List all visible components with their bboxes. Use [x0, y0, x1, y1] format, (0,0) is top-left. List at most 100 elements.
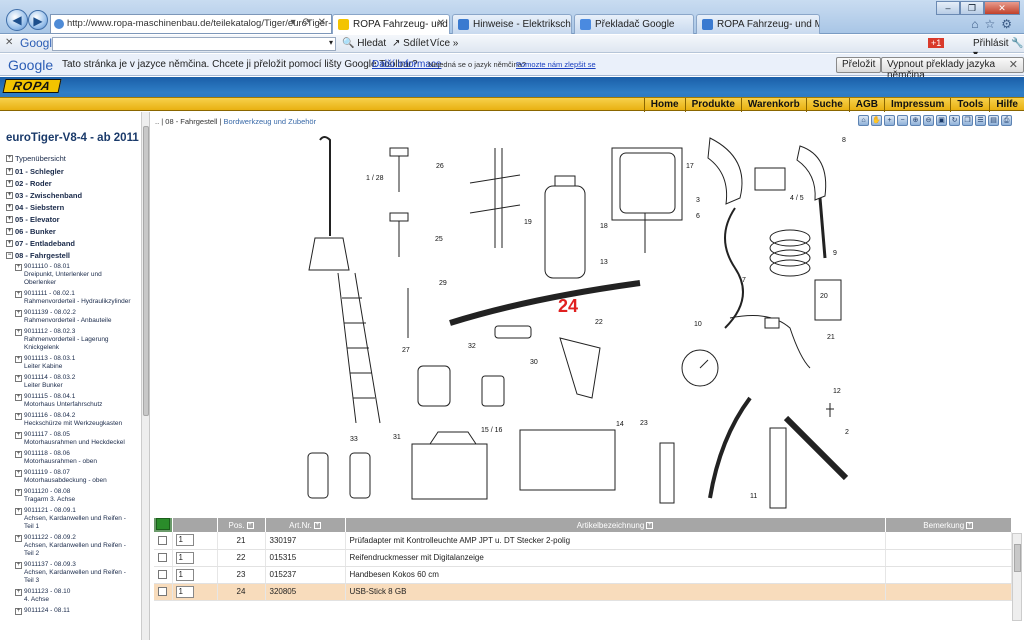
- toolbox-part[interactable]: [411, 431, 488, 500]
- sidebar-item-group[interactable]: +06 - Bunker: [6, 227, 140, 239]
- shovel-part[interactable]: [308, 136, 350, 271]
- row-checkbox[interactable]: [158, 587, 168, 597]
- quantity-input[interactable]: 1: [175, 551, 194, 564]
- callout-number[interactable]: 7: [742, 277, 746, 284]
- expand-icon[interactable]: +: [15, 394, 22, 401]
- disable-translate-button[interactable]: Vypnout překlady jazyka němčina: [881, 57, 1024, 81]
- grease-hose-part[interactable]: [708, 396, 752, 499]
- expand-icon[interactable]: +: [6, 204, 13, 211]
- sidebar-item-group[interactable]: +01 - Schlegler: [6, 167, 140, 179]
- t-key-part[interactable]: [389, 212, 409, 257]
- quantity-input[interactable]: 1: [175, 585, 194, 598]
- zoom-out-icon[interactable]: −: [897, 115, 908, 126]
- sidebar-item-group[interactable]: +02 - Roder: [6, 179, 140, 191]
- sidebar-subitem[interactable]: +9011111 - 08.02.1 Rahmenvorderteil - Hyd…: [6, 290, 140, 306]
- zoom-area-icon[interactable]: ⊕: [910, 115, 921, 126]
- close-translate-icon[interactable]: ✕: [1009, 58, 1018, 71]
- quantity-input[interactable]: 1: [175, 568, 194, 581]
- close-tab-icon[interactable]: ✕: [437, 18, 445, 29]
- maximize-button[interactable]: ❐: [960, 1, 984, 15]
- nav-warenkorb[interactable]: Warenkorb: [740, 98, 806, 112]
- expand-icon[interactable]: +: [15, 432, 22, 439]
- nav-hilfe[interactable]: Hilfe: [989, 98, 1024, 112]
- art-header[interactable]: Art.Nr. +: [265, 518, 346, 532]
- zoom-fit-icon[interactable]: ⊖: [923, 115, 934, 126]
- sort-icon[interactable]: +: [246, 521, 254, 529]
- back-button[interactable]: ◀: [6, 9, 28, 31]
- grease-gun-part[interactable]: [769, 415, 849, 509]
- sidebar-subitem[interactable]: +9011112 - 08.02.3 Rahmenvorderteil - Lag…: [6, 328, 140, 352]
- desc-header[interactable]: Artikelbezeichnung +: [345, 518, 886, 532]
- hand-brush-part[interactable]: [659, 442, 675, 504]
- zoom-in-icon[interactable]: +: [884, 115, 895, 126]
- table-row[interactable]: 1 21 330197 Prüfadapter mit Kontrolleuchte …: [154, 532, 1012, 550]
- sidebar-subitem[interactable]: +9011122 - 08.09.2 Achsen, Kardanwellen u…: [6, 534, 140, 558]
- table-icon[interactable]: ☰: [975, 115, 986, 126]
- callout-number[interactable]: 32: [468, 343, 476, 350]
- callout-number[interactable]: 12: [833, 388, 841, 395]
- expand-icon[interactable]: +: [15, 356, 22, 363]
- callout-number[interactable]: 22: [595, 319, 603, 326]
- sidebar-subitem[interactable]: +9011118 - 08.06 Motorhausrahmen - oben: [6, 450, 140, 466]
- spray-can-part[interactable]: [349, 452, 371, 499]
- nav-suche[interactable]: Suche: [805, 98, 849, 112]
- callout-number[interactable]: 27: [402, 347, 410, 354]
- callout-number[interactable]: 14: [616, 421, 624, 428]
- expand-icon[interactable]: +: [6, 155, 13, 162]
- callout-number[interactable]: 9: [833, 250, 837, 257]
- oil-bottle-part[interactable]: [481, 375, 505, 407]
- select-all-icon[interactable]: [155, 518, 170, 530]
- callout-number[interactable]: 23: [640, 420, 648, 427]
- filter-part[interactable]: [417, 365, 451, 407]
- close-toolbar-icon[interactable]: ✕: [5, 37, 13, 48]
- expand-icon[interactable]: +: [6, 180, 13, 187]
- sidebar-subitem[interactable]: +9011139 - 08.02.2 Rahmenvorderteil - Anb…: [6, 309, 140, 325]
- sidebar-item-group-expanded[interactable]: −08 - Fahrgestell: [6, 251, 140, 263]
- callout-number[interactable]: 20: [820, 293, 828, 300]
- tab-ropa-2[interactable]: ROPA Fahrzeug- und Maschin...: [696, 14, 820, 34]
- tab-hinweise[interactable]: Hinweise - Elektrikschaltplan: [452, 14, 572, 34]
- sidebar-subitem[interactable]: +9011113 - 08.03.1 Leiter Kabine: [6, 355, 140, 371]
- collapse-icon[interactable]: −: [6, 252, 13, 259]
- callout-number[interactable]: 18: [600, 223, 608, 230]
- hose-part[interactable]: [449, 280, 641, 326]
- plus-one-button[interactable]: +1: [928, 38, 945, 48]
- pressure-gauge-part[interactable]: [681, 349, 719, 387]
- sidebar-scrollbar[interactable]: [141, 112, 149, 640]
- row-checkbox-cell[interactable]: [154, 583, 173, 601]
- callout-number[interactable]: 2: [845, 429, 849, 436]
- row-checkbox-cell[interactable]: [154, 549, 173, 567]
- nav-produkte[interactable]: Produkte: [684, 98, 741, 112]
- callout-number[interactable]: 10: [694, 321, 702, 328]
- row-checkbox-cell[interactable]: [154, 566, 173, 584]
- fluid-tank-part[interactable]: [611, 147, 683, 253]
- expand-icon[interactable]: +: [6, 216, 13, 223]
- control-box-part[interactable]: [814, 279, 842, 321]
- table-row[interactable]: 1 23 015237 Handbesen Kokos 60 cm: [154, 566, 1012, 584]
- callout-number[interactable]: 19: [524, 219, 532, 226]
- callout-number[interactable]: 13: [600, 259, 608, 266]
- expand-icon[interactable]: +: [15, 291, 22, 298]
- table-scrollbar[interactable]: [1012, 533, 1022, 621]
- callout-number[interactable]: 25: [435, 236, 443, 243]
- expand-icon[interactable]: +: [15, 489, 22, 496]
- ladder-part[interactable]: [337, 272, 381, 424]
- nav-tools[interactable]: Tools: [950, 98, 989, 112]
- forward-button[interactable]: ▶: [28, 10, 48, 30]
- callout-number[interactable]: 11: [750, 493, 757, 500]
- row-checkbox[interactable]: [158, 553, 168, 563]
- blow-gun-part[interactable]: [707, 137, 744, 329]
- expand-icon[interactable]: +: [6, 192, 13, 199]
- usb-stick-part[interactable]: [494, 325, 532, 339]
- coil-hose-part[interactable]: [769, 229, 811, 277]
- breadcrumb-root[interactable]: ..: [155, 117, 159, 126]
- callout-number[interactable]: 29: [439, 280, 447, 287]
- google-search-button[interactable]: 🔍 Hledat: [342, 38, 386, 49]
- expand-icon[interactable]: +: [15, 589, 22, 596]
- browser-icons[interactable]: ⌂☆⚙: [971, 17, 1018, 31]
- bracket-part[interactable]: [469, 148, 521, 248]
- more-button[interactable]: Více »: [430, 38, 458, 49]
- table-row[interactable]: 1 24 320805 USB-Stick 8 GB: [154, 583, 1012, 601]
- parts-diagram[interactable]: 1 / 28 26 25 19 18 17 3 6 4 / 5 8 9 7 20 13 29 22 10 21 27…: [150, 128, 870, 518]
- sidebar-subitem[interactable]: +9011120 - 08.08 Tragarm 3. Achse: [6, 488, 140, 504]
